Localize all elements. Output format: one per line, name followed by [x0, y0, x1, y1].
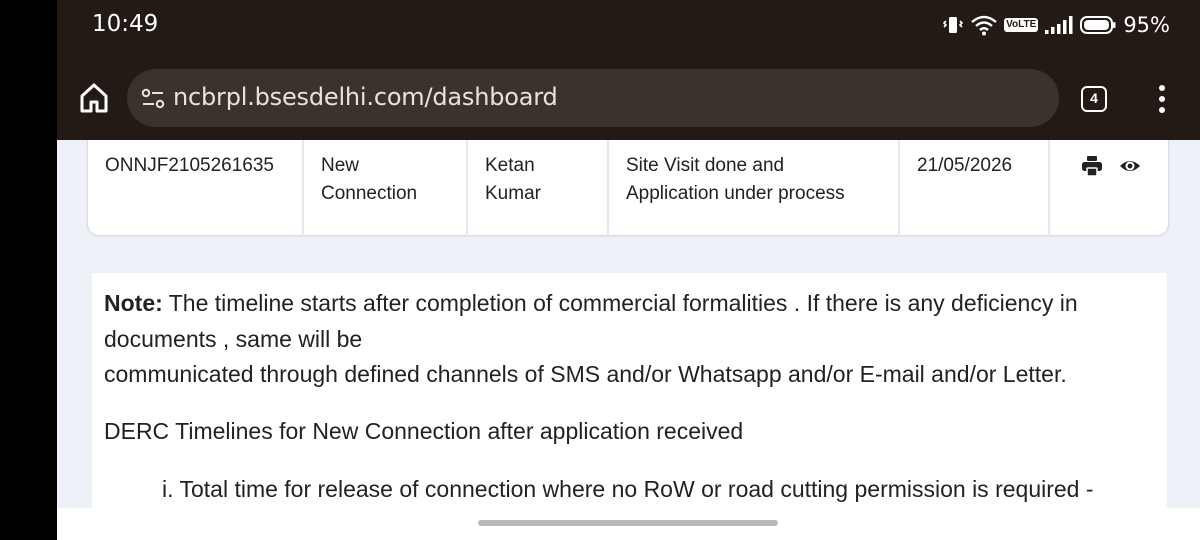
- applicant-name: Ketan Kumar: [485, 155, 541, 204]
- vibrate-icon: [942, 17, 964, 33]
- view-icon[interactable]: [1119, 155, 1141, 177]
- derc-heading: DERC Timelines for New Connection after …: [104, 418, 744, 444]
- phone-screen: 10:49 VoLTE 95% ncbrpl.bsesdelhi.com/das…: [57, 0, 1200, 540]
- application-number-cell: ONNJF2105261635: [88, 140, 304, 236]
- more-menu-icon[interactable]: [1155, 84, 1169, 114]
- request-type-cell: New Connection: [304, 140, 468, 236]
- note-card: Note: The timeline starts after completi…: [92, 273, 1167, 508]
- status-icons: VoLTE 95%: [942, 12, 1170, 38]
- note-text: Note: The timeline starts after completi…: [104, 286, 1159, 393]
- clock: 10:49: [92, 11, 159, 37]
- battery-icon: [1080, 16, 1116, 34]
- request-type: New Connection: [321, 155, 418, 204]
- site-info-icon[interactable]: [141, 88, 165, 110]
- actions-cell: [1050, 140, 1170, 236]
- battery-percent: 95%: [1123, 13, 1170, 37]
- navigation-bar: [57, 508, 1200, 540]
- status-cell: Site Visit done and Application under pr…: [609, 140, 900, 236]
- note-channels: communicated through defined channels of…: [104, 361, 1067, 387]
- print-icon[interactable]: [1081, 155, 1103, 177]
- date-cell: 21/05/2026: [900, 140, 1050, 236]
- application-status: Site Visit done and Application under pr…: [626, 155, 845, 204]
- status-bar: 10:49 VoLTE 95%: [57, 0, 1200, 52]
- browser-toolbar: ncbrpl.bsesdelhi.com/dashboard 4: [57, 62, 1200, 134]
- address-bar[interactable]: ncbrpl.bsesdelhi.com/dashboard: [127, 69, 1059, 127]
- home-icon[interactable]: [79, 82, 109, 114]
- application-number: ONNJF2105261635: [105, 155, 274, 176]
- tab-switcher-button[interactable]: 4: [1081, 86, 1107, 112]
- url-text[interactable]: ncbrpl.bsesdelhi.com/dashboard: [173, 83, 558, 111]
- timeline-item: i. Total time for release of connection …: [162, 476, 1094, 502]
- wifi-icon: [971, 15, 997, 36]
- applicant-name-cell: Ketan Kumar: [468, 140, 609, 236]
- gesture-handle[interactable]: [478, 520, 778, 526]
- note-label: Note:: [104, 290, 163, 316]
- volte-badge: VoLTE: [1004, 18, 1039, 32]
- signal-icon: [1045, 16, 1073, 34]
- web-page: ONNJF2105261635 New Connection Ketan Kum…: [57, 140, 1200, 508]
- application-date: 21/05/2026: [917, 155, 1013, 176]
- note-body: The timeline starts after completion of …: [104, 290, 1078, 352]
- table-row: ONNJF2105261635 New Connection Ketan Kum…: [87, 140, 1169, 236]
